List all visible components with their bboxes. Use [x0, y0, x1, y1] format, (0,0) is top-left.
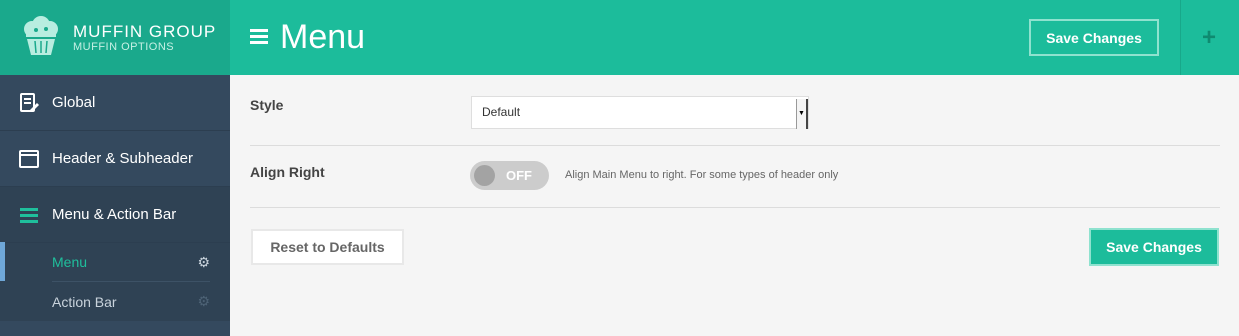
header-bar: Menu Save Changes +: [230, 0, 1239, 75]
document-edit-icon: [18, 92, 40, 114]
settings-panel: Style Default ▼ Align Right OFF Align Ma…: [230, 75, 1239, 336]
page-title: Menu: [280, 18, 366, 56]
save-changes-button[interactable]: Save Changes: [1089, 228, 1219, 266]
toggle-state-text: OFF: [506, 168, 532, 183]
gear-icon: ⚙: [197, 293, 210, 309]
brand-subtitle: MUFFIN OPTIONS: [73, 40, 175, 53]
align-right-toggle[interactable]: OFF: [470, 161, 549, 190]
style-label: Style: [250, 97, 284, 113]
hamburger-icon: [18, 204, 40, 226]
divider: [1180, 0, 1181, 75]
muffin-icon: [24, 15, 58, 55]
sidebar-item-label: Header & Subheader: [52, 150, 193, 167]
sidebar-item-global[interactable]: Global: [0, 75, 230, 131]
sidebar-item-label: Menu & Action Bar: [52, 206, 177, 223]
setting-row-style: Style Default ▼: [250, 75, 1220, 146]
sidebar-item-header-subheader[interactable]: Header & Subheader: [0, 131, 230, 187]
brand[interactable]: MUFFIN GROUP MUFFIN OPTIONS: [0, 0, 230, 75]
sidebar-item-menu-action-bar[interactable]: Menu & Action Bar: [0, 187, 230, 243]
subnav-item-label: Menu: [52, 254, 88, 270]
gear-icon: ⚙: [197, 253, 210, 270]
sidebar-item-label: Global: [52, 94, 96, 111]
subnav-item-action-bar[interactable]: Action Bar ⚙: [52, 282, 210, 321]
style-select-value: Default: [482, 105, 521, 119]
align-right-label: Align Right: [250, 164, 325, 180]
brand-title: MUFFIN GROUP: [73, 21, 217, 41]
toggle-knob: [474, 165, 495, 186]
subnav-item-menu[interactable]: Menu ⚙: [52, 243, 210, 282]
setting-row-align-right: Align Right OFF Align Main Menu to right…: [250, 146, 1220, 208]
active-indicator: [0, 242, 5, 281]
style-select[interactable]: Default ▼: [471, 96, 809, 129]
subnav: Menu ⚙ Action Bar ⚙: [0, 243, 230, 321]
menu-toggle-icon[interactable]: [250, 29, 268, 45]
align-right-hint: Align Main Menu to right. For some types…: [565, 169, 839, 181]
subnav-item-label: Action Bar: [52, 293, 117, 310]
plus-icon[interactable]: +: [1202, 24, 1216, 52]
reset-to-defaults-button[interactable]: Reset to Defaults: [251, 229, 404, 265]
chevron-down-icon: ▼: [796, 99, 808, 129]
window-icon: [18, 148, 40, 170]
sidebar: MUFFIN GROUP MUFFIN OPTIONS Global Heade…: [0, 0, 230, 336]
save-changes-button-top[interactable]: Save Changes: [1029, 19, 1159, 56]
